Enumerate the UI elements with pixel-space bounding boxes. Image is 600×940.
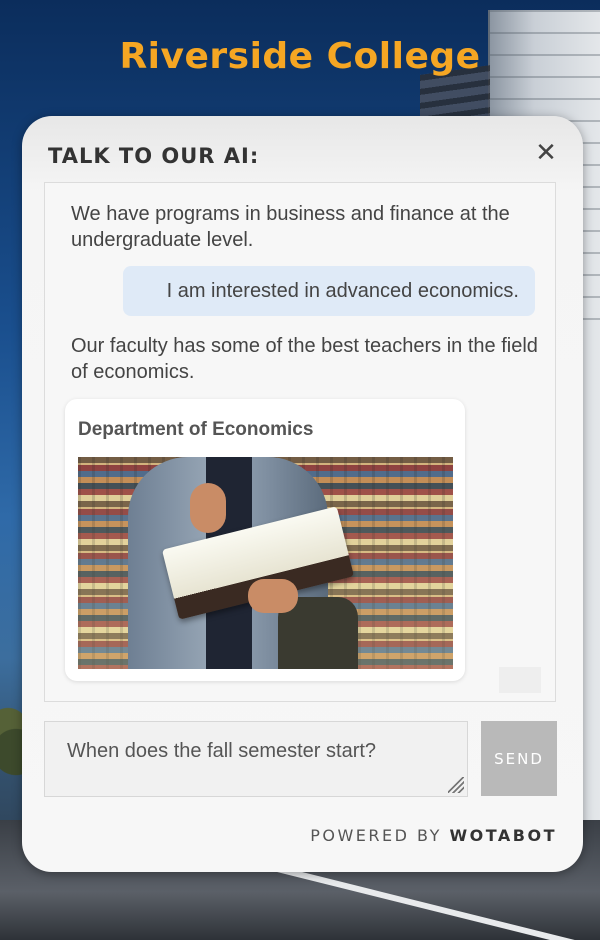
close-icon[interactable]: ✕	[531, 138, 561, 168]
user-message-bubble: I am interested in advanced economics.	[122, 266, 535, 316]
user-message: I am interested in advanced economics.	[122, 266, 535, 316]
powered-by: POWERED BY WOTABOT	[310, 826, 557, 845]
resize-grip-icon[interactable]	[448, 777, 464, 793]
bot-message-2: Our faculty has some of the best teacher…	[71, 335, 538, 383]
card-title: Department of Economics	[78, 419, 314, 440]
chat-title: TALK TO OUR AI:	[48, 144, 260, 168]
hand	[248, 579, 298, 613]
powered-prefix: POWERED BY	[310, 826, 442, 845]
hand	[190, 483, 226, 533]
message-input[interactable]: When does the fall semester start?	[45, 722, 467, 796]
message-input-box[interactable]: When does the fall semester start?	[44, 721, 468, 797]
send-button[interactable]: SEND	[481, 721, 557, 796]
powered-brand[interactable]: WOTABOT	[449, 826, 557, 845]
college-title: Riverside College	[119, 36, 481, 77]
card-image	[78, 457, 453, 669]
student-reading	[98, 457, 358, 669]
chat-widget: TALK TO OUR AI: ✕ We have programs in bu…	[22, 116, 583, 872]
bot-message-1: We have programs in business and finance…	[71, 203, 510, 251]
department-card[interactable]: Department of Economics	[65, 399, 465, 681]
message-list[interactable]: We have programs in business and finance…	[44, 182, 556, 702]
scrollbar-thumb[interactable]	[499, 667, 541, 693]
